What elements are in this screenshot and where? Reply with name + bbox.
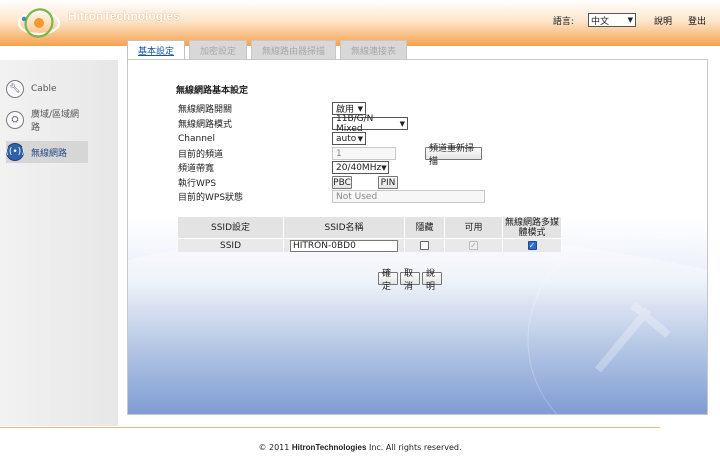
cable-icon: 🔧︎ (6, 80, 24, 98)
footer-copyright: © 2011 (258, 443, 290, 452)
hidden-checkbox[interactable] (420, 241, 429, 250)
rescan-channel-button[interactable]: 頻道重新掃描 (425, 144, 482, 167)
bandwidth-select[interactable]: 20/40MHz ▼ (332, 161, 389, 174)
table-header-row: SSID設定 SSID名稱 隱藏 可用 無線網路多媒體模式 (178, 217, 562, 238)
panel-title: 無線網路基本設定 (176, 86, 249, 96)
col-enabled: 可用 (445, 217, 503, 238)
wireless-mode-select[interactable]: 11B/G/N Mixed ▼ (332, 114, 408, 134)
label-wps-status: 目前的WPS狀態 (178, 193, 244, 203)
network-icon: ⛭ (6, 111, 24, 129)
table-row: SSID HITRON-0BD0 ✓ ✓ (178, 238, 562, 252)
col-hidden: 隱藏 (405, 217, 445, 238)
label-wireless-mode: 無線網路模式 (178, 120, 233, 130)
chevron-down-icon: ▼ (357, 134, 363, 143)
nav-item-cable[interactable]: 🔧︎ Cable (6, 78, 88, 100)
language-label: 語言: (552, 16, 574, 27)
ssid-table: SSID設定 SSID名稱 隱藏 可用 無線網路多媒體模式 SSID HITRO… (178, 217, 562, 252)
wps-pbc-button[interactable]: PBC (332, 176, 352, 189)
help-link[interactable]: 說明 (654, 14, 672, 27)
action-buttons: 確定 取消 說明 (378, 269, 444, 292)
logout-link[interactable]: 登出 (688, 14, 706, 27)
current-channel-field: 1 (332, 147, 396, 160)
left-nav: 🔧︎ Cable ⛭ 廣域/區域網路 ((•)) 無線網路 (0, 60, 118, 426)
col-ssid-name: SSID名稱 (284, 217, 405, 238)
nav-item-label: Cable (31, 84, 57, 94)
col-wmm: 無線網路多媒體模式 (503, 217, 562, 238)
brand-name: HitronTechnologies (68, 9, 180, 23)
tab-basic-settings[interactable]: 基本設定 (127, 40, 186, 59)
wmm-checkbox[interactable]: ✓ (527, 241, 537, 250)
footer-divider (0, 427, 660, 428)
chevron-down-icon: ▼ (399, 119, 405, 128)
cancel-button[interactable]: 取消 (400, 269, 420, 292)
nav-item-label: 無線網路 (31, 148, 68, 159)
label-bandwidth: 頻道帶寬 (178, 164, 215, 174)
tab-connection-table[interactable]: 無線連接表 (340, 40, 408, 59)
select-value: 11B/G/N Mixed (336, 113, 374, 134)
wps-status-field: Not Used (332, 190, 485, 203)
enabled-checkbox: ✓ (469, 241, 478, 250)
footer-rights: Inc. All rights reserved. (368, 443, 462, 452)
chevron-down-icon: ▼ (381, 163, 387, 172)
language-select-value: 中文 (590, 16, 609, 27)
chevron-down-icon: ▼ (357, 104, 363, 113)
select-value: 20/40MHz (336, 162, 382, 173)
ssid-row-label: SSID (178, 238, 284, 252)
label-wireless-switch: 無線網路開關 (178, 105, 233, 115)
language-select[interactable]: 中文 ▼ (587, 13, 636, 27)
col-ssid-settings: SSID設定 (178, 217, 284, 238)
help-button[interactable]: 說明 (422, 269, 442, 292)
wireless-icon: ((•)) (5, 143, 25, 161)
tab-encryption[interactable]: 加密設定 (189, 40, 248, 59)
nav-item-wan-lan[interactable]: ⛭ 廣域/區域網路 (6, 109, 88, 133)
label-current-channel: 目前的頻道 (178, 150, 224, 160)
label-channel: Channel (178, 133, 215, 144)
footer-brand: HitronTechnologies (291, 443, 367, 452)
footer: © 2011 HitronTechnologies Inc. All right… (0, 443, 720, 452)
nav-item-label: 廣域/區域網路 (30, 110, 80, 133)
channel-select[interactable]: auto ▼ (332, 132, 366, 145)
wps-pin-button[interactable]: PIN (378, 176, 398, 189)
label-run-wps: 執行WPS (178, 179, 217, 189)
ok-button[interactable]: 確定 (378, 269, 398, 292)
tab-router-scan[interactable]: 無線路由器掃描 (251, 40, 337, 59)
tab-bar: 基本設定 加密設定 無線路由器掃描 無線連接表 (127, 40, 411, 60)
chevron-down-icon: ▼ (627, 16, 633, 24)
hitron-logo (17, 8, 61, 38)
nav-item-wireless[interactable]: ((•)) 無線網路 (5, 141, 88, 163)
content-panel: 無線網路基本設定 無線網路開關 無線網路模式 Channel 目前的頻道 頻道帶… (127, 59, 708, 415)
ssid-name-input[interactable]: HITRON-0BD0 (290, 239, 398, 252)
select-value: auto (336, 133, 357, 144)
